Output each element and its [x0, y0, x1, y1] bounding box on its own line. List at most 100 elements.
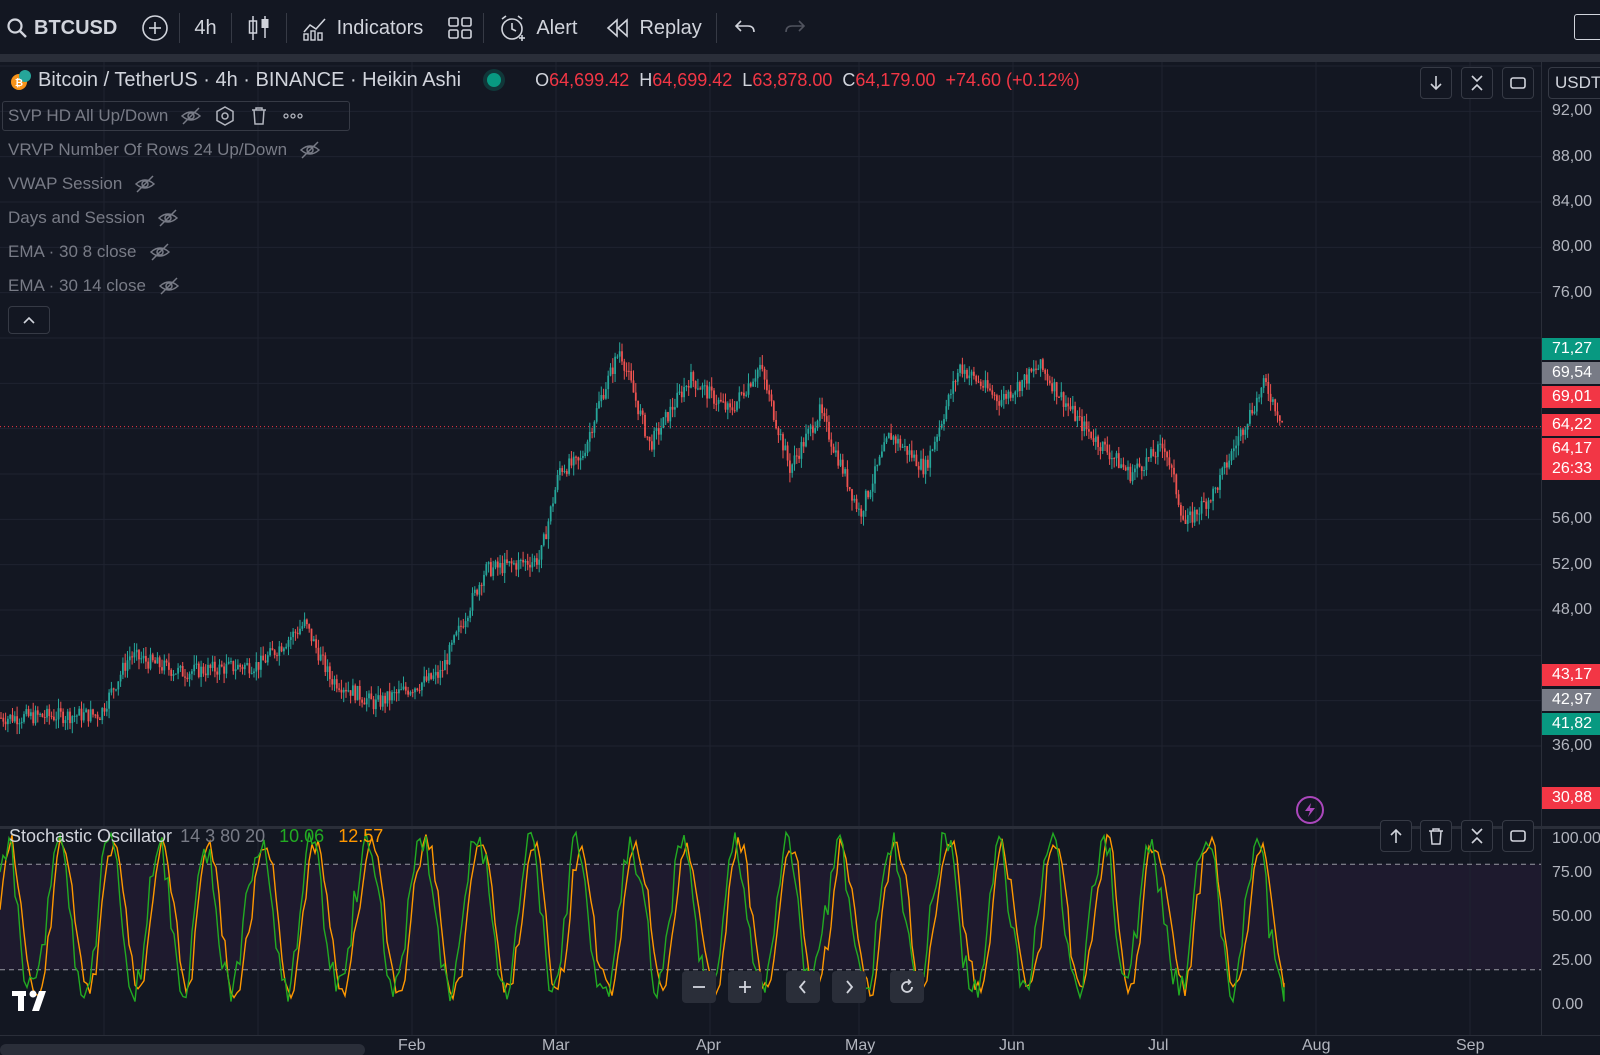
candle-body [393, 692, 396, 694]
symbol-search-button[interactable]: BTCUSD [0, 0, 131, 56]
time-axis[interactable]: Feb Mar Apr May Jun Jul Aug Sep [0, 1035, 1600, 1055]
move-pane-down-button[interactable] [1420, 67, 1452, 99]
candle-body [1276, 411, 1279, 416]
candle-body [648, 436, 651, 442]
stochastic-axis-label: 50.00 [1552, 908, 1593, 925]
compare-button[interactable] [131, 0, 179, 56]
indicators-button[interactable]: Indicators [287, 0, 438, 56]
indicator-item[interactable]: Days and Session [8, 205, 179, 231]
candle-body [607, 375, 610, 390]
interval-button[interactable]: 4h [180, 0, 230, 56]
replay-button[interactable]: Replay [591, 0, 715, 56]
indicator-item[interactable]: VWAP Session [8, 171, 156, 197]
eye-off-icon[interactable] [180, 105, 202, 127]
candle-body [27, 709, 30, 716]
indicator-item[interactable]: EMA · 30 8 close [8, 239, 171, 265]
zoom-in-button[interactable] [728, 971, 762, 1003]
eye-off-icon[interactable] [134, 173, 156, 195]
indicator-item[interactable]: EMA · 30 14 close [8, 273, 180, 299]
candle-body [230, 661, 232, 663]
candle-body [841, 459, 844, 474]
layouts-button[interactable] [437, 0, 483, 56]
indicator-item[interactable]: SVP HD All Up/Down [8, 103, 304, 129]
currency-button[interactable]: USDT [1548, 67, 1600, 99]
eye-off-icon[interactable] [158, 275, 180, 297]
candle-body [943, 419, 945, 425]
realtime-marker-button[interactable] [1296, 796, 1324, 824]
scroll-left-button[interactable] [786, 971, 820, 1003]
eye-off-icon[interactable] [149, 241, 171, 263]
candle-body [1124, 467, 1127, 471]
market-status-dot[interactable] [487, 73, 502, 87]
remove-pane-button[interactable] [1420, 820, 1452, 852]
candle-body [358, 686, 361, 700]
candle-body [308, 624, 311, 629]
trash-icon[interactable] [248, 105, 270, 127]
candle-body [384, 695, 386, 704]
chart-type-button[interactable] [232, 0, 286, 56]
stochastic-axis[interactable]: 100.00 75.00 50.00 25.00 0.00 [1541, 829, 1600, 1035]
candle-body [269, 648, 271, 656]
scroll-right-button[interactable] [832, 971, 866, 1003]
candle-body [1097, 436, 1099, 448]
zoom-out-button[interactable] [682, 971, 716, 1003]
bitcoin-icon: ₿ [11, 70, 31, 90]
settings-icon[interactable] [214, 105, 236, 127]
stochastic-name[interactable]: Stochastic Oscillator [9, 826, 172, 847]
candle-body [469, 610, 472, 618]
stochastic-axis-label: 100.00 [1552, 830, 1600, 847]
fullscreen-button[interactable] [1574, 14, 1600, 40]
plus-circle-icon [142, 15, 169, 41]
candle-body [867, 490, 869, 498]
stochastic-pane[interactable] [0, 829, 1541, 1035]
time-axis-label: Aug [1302, 1037, 1331, 1054]
candle-body [361, 699, 363, 703]
alert-button[interactable]: Alert [484, 0, 591, 56]
candle-body [959, 364, 961, 373]
candle-body [517, 560, 520, 570]
maximize-pane-button[interactable] [1502, 67, 1534, 99]
time-scrollbar[interactable] [0, 1044, 365, 1055]
move-pane-up-button[interactable] [1380, 820, 1412, 852]
candle-body [280, 646, 283, 652]
price-axis[interactable]: USDT 92,0088,0084,0080,0076,0060,0056,00… [1541, 62, 1600, 827]
symbol-title[interactable]: Bitcoin / TetherUS · 4h · BINANCE · Heik… [38, 69, 461, 92]
candle-body [531, 562, 534, 568]
redo-button[interactable] [773, 0, 817, 56]
candle-body [1071, 405, 1074, 410]
candle-body [915, 454, 918, 467]
reset-chart-button[interactable] [890, 971, 924, 1003]
candle-body [1065, 403, 1067, 407]
eye-off-icon[interactable] [299, 139, 321, 161]
candle-body [984, 380, 987, 388]
candle-body [1262, 378, 1265, 388]
candle-body [260, 655, 262, 670]
candle-body [450, 642, 453, 645]
candle-body [1235, 445, 1237, 449]
candle-body [892, 436, 895, 440]
collapse-osc-button[interactable] [1461, 820, 1493, 852]
candle-body [1113, 458, 1116, 460]
indicator-item[interactable]: VRVP Number Of Rows 24 Up/Down [8, 137, 321, 163]
candle-body [908, 450, 911, 455]
candle-body [25, 709, 28, 715]
candle-body [80, 708, 83, 721]
candle-body [232, 661, 235, 672]
more-icon[interactable] [282, 105, 304, 127]
collapse-indicators-button[interactable] [8, 306, 50, 334]
price-chart-pane[interactable] [0, 62, 1541, 827]
collapse-pane-button[interactable] [1461, 67, 1493, 99]
stochastic-canvas[interactable] [0, 829, 1541, 1035]
candle-body [1104, 441, 1106, 445]
candle-body [616, 356, 619, 358]
undo-button[interactable] [717, 0, 773, 56]
candle-body [986, 380, 989, 389]
price-chart-canvas[interactable] [0, 62, 1541, 827]
maximize-osc-button[interactable] [1502, 820, 1534, 852]
candle-body [1147, 457, 1150, 459]
price-axis-label: 84,00 [1552, 193, 1593, 210]
maximize-icon [1510, 830, 1526, 842]
candle-body [1092, 438, 1095, 442]
candle-body [1226, 462, 1228, 468]
eye-off-icon[interactable] [157, 207, 179, 229]
